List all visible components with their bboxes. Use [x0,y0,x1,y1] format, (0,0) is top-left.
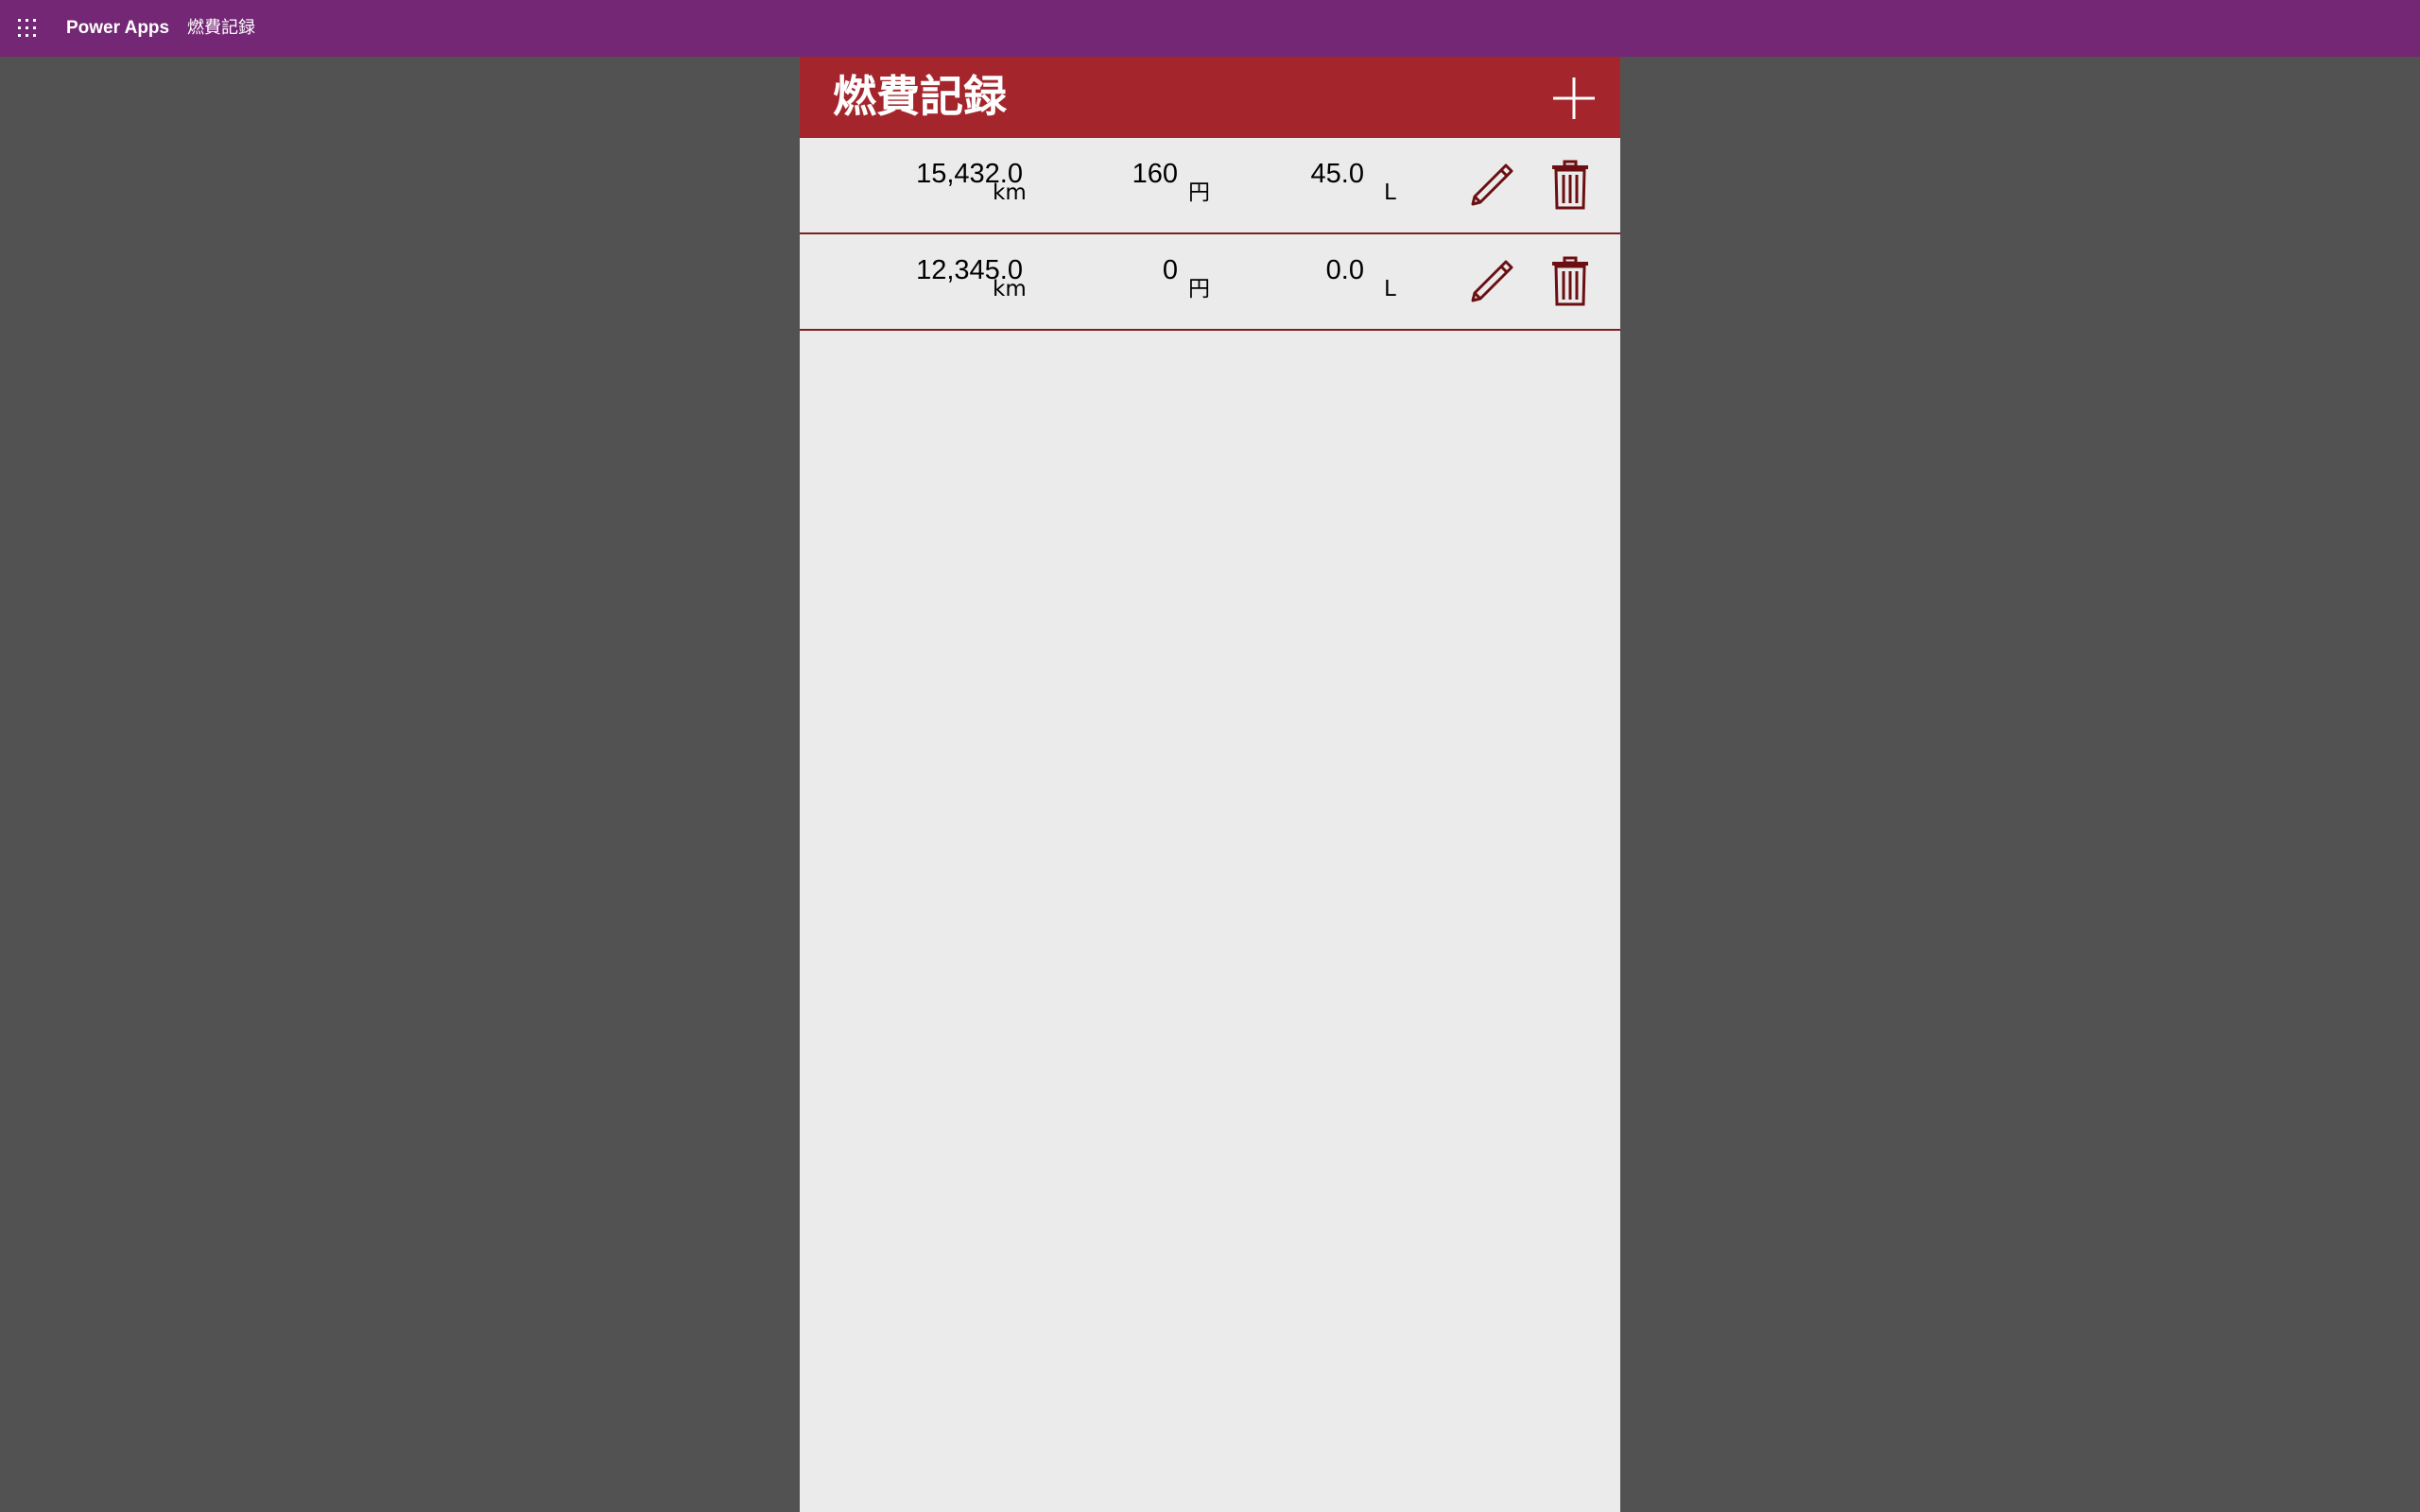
pencil-icon [1471,163,1513,206]
price-value: 160 [1132,159,1178,189]
list-item[interactable]: 15,432.0 km 160 円 45.0 L [800,138,1620,234]
app-canvas: 燃費記録 15,432.0 km 160 円 45.0 L 12,345.0 k… [800,57,1620,1512]
app-launcher-waffle-icon[interactable] [17,18,38,39]
volume-unit: L [1384,277,1396,301]
trash-icon [1552,256,1588,306]
volume-value: 0.0 [1325,255,1364,285]
screen-header: 燃費記録 [800,57,1620,138]
price-value: 0 [1162,255,1178,285]
top-bar: Power Apps 燃費記録 [0,0,2420,57]
page-title: 燃費記録 [833,71,1007,122]
edit-button[interactable] [1465,255,1518,308]
brand-label[interactable]: Power Apps [66,17,169,40]
pencil-icon [1471,260,1513,302]
add-record-button[interactable] [1550,75,1598,122]
delete-button[interactable] [1544,159,1597,212]
volume-value: 45.0 [1310,159,1364,189]
edit-button[interactable] [1465,159,1518,212]
app-name-label: 燃費記録 [187,18,255,38]
delete-button[interactable] [1544,255,1597,308]
volume-unit: L [1384,180,1396,205]
add-icon [1553,77,1595,119]
trash-icon [1552,160,1588,210]
list-item[interactable]: 12,345.0 km 0 円 0.0 L [800,234,1620,331]
